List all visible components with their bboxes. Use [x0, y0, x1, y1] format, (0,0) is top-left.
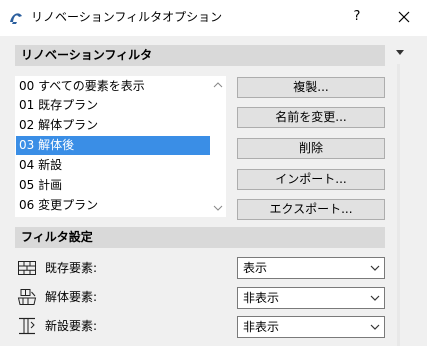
- filter-list-item[interactable]: 05 計画: [16, 176, 210, 195]
- existing-elements-label: 既存要素:: [45, 261, 98, 275]
- rename-button[interactable]: 名前を変更...: [237, 107, 385, 128]
- export-button[interactable]: エクスポート...: [237, 199, 385, 220]
- filter-list-item[interactable]: 01 既存プラン: [16, 96, 210, 115]
- renovation-filter-options-dialog: リノベーションフィルタオプション ? リノベーションフィルタ 00 すべての要素…: [0, 0, 427, 346]
- chevron-down-icon: [370, 324, 380, 330]
- filter-list-item[interactable]: 00 すべての要素を表示: [16, 77, 210, 96]
- new-elements-dropdown[interactable]: 非表示: [237, 316, 385, 338]
- window-title: リノベーションフィルタオプション: [31, 10, 223, 24]
- list-scrollbar[interactable]: [211, 77, 225, 216]
- import-button[interactable]: インポート...: [237, 169, 385, 190]
- filter-list-item[interactable]: 04 新設: [16, 156, 210, 175]
- close-icon[interactable]: [390, 4, 418, 30]
- title-bar: リノベーションフィルタオプション ?: [0, 0, 427, 36]
- renovation-filter-list[interactable]: 00 すべての要素を表示 01 既存プラン 02 解体プラン 03 解体後 04…: [15, 76, 226, 217]
- duplicate-button[interactable]: 複製...: [237, 77, 385, 98]
- demolished-elements-value: 非表示: [243, 291, 280, 305]
- chevron-down-icon: [370, 265, 380, 271]
- filter-settings-header: フィルタ設定: [15, 227, 385, 248]
- existing-elements-icon: [18, 261, 36, 275]
- filter-list-item[interactable]: 06 変更プラン: [16, 196, 210, 215]
- renovation-filter-header: リノベーションフィルタ: [15, 45, 385, 66]
- dialog-scrollbar[interactable]: [393, 64, 405, 346]
- panel-menu-arrow-icon[interactable]: [396, 50, 404, 56]
- existing-elements-value: 表示: [243, 261, 268, 275]
- app-icon: [10, 13, 22, 24]
- demolished-elements-icon: [17, 289, 37, 305]
- demolished-elements-dropdown[interactable]: 非表示: [237, 287, 385, 309]
- existing-elements-dropdown[interactable]: 表示: [237, 257, 385, 279]
- new-elements-label: 新設要素:: [45, 319, 98, 333]
- filter-list-item[interactable]: 02 解体プラン: [16, 116, 210, 135]
- help-button[interactable]: ?: [343, 4, 371, 30]
- demolished-elements-label: 解体要素:: [45, 290, 98, 304]
- delete-button[interactable]: 削除: [237, 138, 385, 159]
- new-elements-icon: [19, 317, 35, 335]
- new-elements-value: 非表示: [243, 320, 280, 334]
- filter-list-item-selected[interactable]: 03 解体後: [16, 136, 210, 155]
- chevron-down-icon: [370, 295, 380, 301]
